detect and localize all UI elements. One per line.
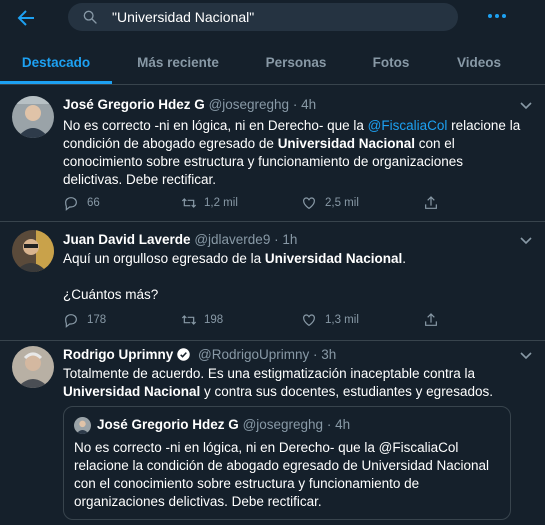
tab-label: Personas <box>265 55 327 70</box>
retweet-count: 1,2 mil <box>204 197 238 209</box>
share-icon <box>425 196 437 209</box>
avatar-photo-icon <box>74 417 91 434</box>
text-part: y contra sus docentes, estudiantes y egr… <box>200 384 493 399</box>
quoted-text: No es correcto -ni en lógica, ni en Dere… <box>74 440 490 509</box>
quoted-time: · 4h <box>326 417 351 432</box>
quoted-tweet[interactable]: José Gregorio Hdez G @josegreghg · 4h No… <box>63 406 511 520</box>
reply-icon <box>65 197 77 211</box>
chevron-down-icon[interactable] <box>520 352 532 360</box>
search-input[interactable] <box>112 3 442 31</box>
tab-label: Destacado <box>21 55 91 70</box>
author-handle[interactable]: @jdlaverde9 <box>194 232 270 247</box>
highlighted-term: Universidad Nacional <box>264 251 403 266</box>
tweet[interactable]: Rodrigo Uprimny @RodrigoUprimny · 3h Tot… <box>0 341 545 525</box>
share-icon <box>425 313 437 326</box>
back-arrow-icon[interactable] <box>14 6 38 30</box>
reply-icon <box>65 314 77 328</box>
highlighted-term: Universidad Nacional <box>277 136 415 151</box>
heart-icon <box>303 314 315 327</box>
tweet-header: José Gregorio Hdez G @josegreghg · 4h <box>63 97 316 112</box>
more-options-icon[interactable] <box>486 8 508 24</box>
tweet-time[interactable]: · 1h <box>274 232 297 247</box>
avatar[interactable] <box>12 230 54 272</box>
retweet-icon <box>181 198 197 208</box>
quoted-avatar <box>74 417 91 434</box>
tab-fotos[interactable]: Fotos <box>348 42 434 84</box>
like-count: 2,5 mil <box>325 197 359 209</box>
tab-mas-reciente[interactable]: Más reciente <box>112 42 244 84</box>
author-name[interactable]: Rodrigo Uprimny <box>63 347 173 362</box>
text-part: Aquí un orgulloso egresado de la <box>63 251 265 266</box>
tweet-actions: 66 1,2 mil 2,5 mil <box>63 193 463 213</box>
tweet[interactable]: José Gregorio Hdez G @josegreghg · 4h No… <box>0 85 545 222</box>
tweet-actions: 178 198 1,3 mil <box>63 310 463 330</box>
highlighted-term: Universidad Nacional <box>63 384 201 399</box>
search-tabs: Destacado Más reciente Personas Fotos Vi… <box>0 42 545 85</box>
tab-label: Fotos <box>372 55 410 70</box>
chevron-down-icon[interactable] <box>520 102 532 110</box>
search-box[interactable] <box>68 3 458 31</box>
like-count: 1,3 mil <box>325 314 359 326</box>
tab-videos[interactable]: Videos <box>434 42 524 84</box>
avatar-photo-icon <box>12 230 54 272</box>
text-part: ¿Cuántos más? <box>63 287 159 302</box>
tweet-header: Rodrigo Uprimny @RodrigoUprimny · 3h <box>63 347 336 362</box>
author-name[interactable]: Juan David Laverde <box>63 232 191 247</box>
author-handle[interactable]: @josegreghg <box>209 97 290 112</box>
author-handle[interactable]: @RodrigoUprimny <box>198 347 309 362</box>
tweet-text: Aquí un orgulloso egresado de la Univers… <box>63 250 525 304</box>
avatar-photo-icon <box>12 96 54 138</box>
quoted-header: José Gregorio Hdez G @josegreghg · 4h <box>97 417 350 432</box>
text-part: . <box>402 251 406 266</box>
tweet-text: Totalmente de acuerdo. Es una estigmatiz… <box>63 365 525 401</box>
text-part: No es correcto -ni en lógica, ni en Dere… <box>63 118 368 133</box>
tweet-header: Juan David Laverde @jdlaverde9 · 1h <box>63 232 297 247</box>
tweet[interactable]: Juan David Laverde @jdlaverde9 · 1h Aquí… <box>0 222 545 341</box>
verified-badge-icon <box>177 348 190 361</box>
avatar-photo-icon <box>12 346 54 388</box>
top-bar <box>0 0 545 38</box>
author-name[interactable]: José Gregorio Hdez G <box>63 97 205 112</box>
tab-label: Videos <box>456 55 502 70</box>
tweet-time[interactable]: · 4h <box>293 97 316 112</box>
avatar[interactable] <box>12 96 54 138</box>
reply-count: 178 <box>87 314 107 326</box>
tweet-text: No es correcto -ni en lógica, ni en Dere… <box>63 117 525 189</box>
reply-count: 66 <box>87 197 100 209</box>
tab-label: Más reciente <box>137 55 219 70</box>
heart-icon <box>303 197 315 210</box>
retweet-icon <box>181 315 197 325</box>
retweet-count: 198 <box>204 314 224 326</box>
chevron-down-icon[interactable] <box>520 237 532 245</box>
active-tab-indicator <box>0 81 112 84</box>
quoted-author-handle: @josegreghg <box>242 417 324 432</box>
text-part: Totalmente de acuerdo. Es una estigmatiz… <box>63 366 476 381</box>
search-icon <box>83 10 97 24</box>
quoted-author-name: José Gregorio Hdez G <box>97 417 239 432</box>
mention-link[interactable]: @FiscaliaCol <box>368 118 448 133</box>
tweet-time[interactable]: · 3h <box>313 347 336 362</box>
avatar[interactable] <box>12 346 54 388</box>
tab-destacado[interactable]: Destacado <box>0 42 112 84</box>
tab-personas[interactable]: Personas <box>244 42 348 84</box>
